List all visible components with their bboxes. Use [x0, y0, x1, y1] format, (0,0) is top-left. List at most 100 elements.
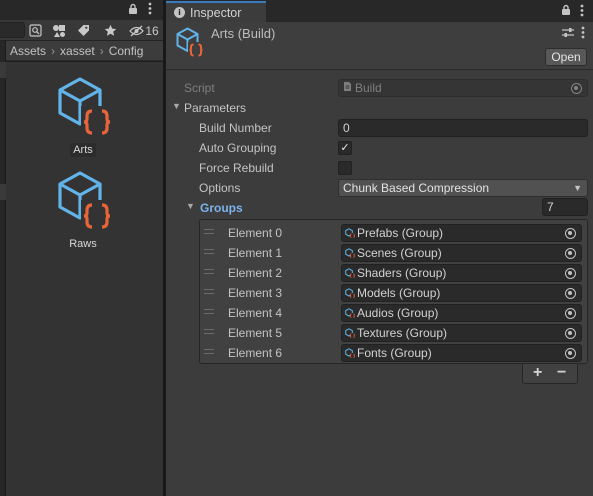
drag-handle-icon[interactable] — [204, 269, 214, 274]
parameters-row[interactable]: ▼ Parameters — [166, 98, 593, 118]
foldout-arrow-icon[interactable]: ▼ — [186, 201, 195, 211]
breadcrumb-item-config[interactable]: Config — [109, 44, 144, 58]
scriptable-object-icon — [345, 268, 355, 278]
groups-row[interactable]: ▼ Groups — [166, 198, 593, 218]
scriptable-object-icon — [345, 228, 355, 238]
element-label: Element 0 — [228, 226, 283, 240]
build-number-label: Build Number — [199, 121, 272, 135]
open-button[interactable]: Open — [545, 48, 587, 66]
breadcrumb-item-assets[interactable]: Assets — [10, 44, 46, 58]
breadcrumb-item-xasset[interactable]: xasset — [60, 44, 95, 58]
script-row: Script Build — [166, 78, 593, 98]
script-field: Build — [338, 79, 588, 97]
remove-element-button[interactable]: − — [557, 364, 566, 382]
element-value: Prefabs (Group) — [357, 226, 444, 240]
options-row: Options Chunk Based Compression ▼ — [166, 178, 593, 198]
options-dropdown[interactable]: Chunk Based Compression ▼ — [338, 179, 588, 197]
asset-item-raws[interactable]: Raws — [38, 170, 128, 251]
drag-handle-icon[interactable] — [204, 289, 214, 294]
list-footer: + − — [522, 364, 578, 384]
scriptable-object-icon — [345, 348, 355, 358]
drag-handle-icon[interactable] — [204, 309, 214, 314]
eye-slash-icon — [129, 25, 145, 36]
element-object-field[interactable]: Models (Group) — [341, 284, 582, 302]
element-value: Shaders (Group) — [357, 266, 447, 280]
hidden-packages-toggle[interactable]: 16 — [127, 21, 161, 40]
info-icon: i — [174, 7, 185, 18]
project-tabbar — [0, 0, 163, 20]
element-object-field[interactable]: Shaders (Group) — [341, 264, 582, 282]
build-asset-icon — [53, 170, 113, 234]
lock-icon[interactable] — [561, 4, 571, 19]
tab-inspector[interactable]: i Inspector — [166, 1, 266, 22]
inspector-panel: i Inspector Arts (Build) Open Script Bui… — [166, 0, 593, 496]
drag-handle-icon[interactable] — [204, 349, 214, 354]
list-item: Element 4 Audios (Group) — [200, 303, 587, 323]
foldout-arrow-icon[interactable]: ▼ — [172, 101, 181, 111]
element-object-field[interactable]: Scenes (Group) — [341, 244, 582, 262]
build-number-row: Build Number 0 — [166, 118, 593, 138]
groups-size-field[interactable]: 7 — [542, 198, 588, 216]
object-picker-icon[interactable] — [565, 308, 576, 319]
page-title: Arts (Build) — [211, 26, 276, 41]
breadcrumb: Assets › xasset › Config — [6, 41, 163, 61]
hidden-count: 16 — [145, 23, 159, 38]
scriptable-object-icon — [345, 328, 355, 338]
drag-handle-icon[interactable] — [204, 249, 214, 254]
add-element-button[interactable]: + — [533, 364, 542, 382]
parameters-label: Parameters — [184, 101, 247, 115]
script-value: Build — [355, 81, 382, 95]
drag-handle-icon[interactable] — [204, 229, 214, 234]
more-menu-icon[interactable] — [580, 4, 584, 20]
presets-icon[interactable] — [562, 27, 574, 41]
search-input[interactable] — [0, 22, 25, 38]
search-by-type-icon[interactable] — [27, 21, 43, 40]
force-rebuild-checkbox[interactable] — [338, 161, 352, 175]
build-asset-icon — [174, 27, 204, 62]
element-object-field[interactable]: Fonts (Group) — [341, 344, 582, 362]
filter-by-type-icon[interactable] — [51, 21, 67, 40]
object-picker-icon[interactable] — [565, 228, 576, 239]
groups-list: Element 0 Prefabs (Group) Element 1 Scen… — [199, 219, 588, 364]
object-picker-icon[interactable] — [565, 348, 576, 359]
lock-icon[interactable] — [128, 3, 138, 18]
element-label: Element 6 — [228, 346, 283, 360]
force-rebuild-row: Force Rebuild — [166, 158, 593, 178]
list-item: Element 3 Models (Group) — [200, 283, 587, 303]
project-toolbar: 16 — [0, 20, 163, 41]
list-item: Element 1 Scenes (Group) — [200, 243, 587, 263]
element-label: Element 4 — [228, 306, 283, 320]
auto-grouping-checkbox[interactable]: ✓ — [338, 141, 352, 155]
build-number-field[interactable]: 0 — [338, 119, 588, 137]
list-item: Element 2 Shaders (Group) — [200, 263, 587, 283]
groups-label: Groups — [200, 201, 243, 215]
project-panel: 16 Assets › xasset › Config Arts Raws — [0, 0, 163, 496]
asset-item-arts[interactable]: Arts — [38, 76, 128, 157]
tab-label: Inspector — [190, 5, 242, 20]
filter-by-label-icon[interactable] — [75, 21, 91, 40]
list-item: Element 5 Textures (Group) — [200, 323, 587, 343]
object-picker-icon[interactable] — [565, 328, 576, 339]
options-label: Options — [199, 181, 241, 195]
object-picker-icon[interactable] — [565, 268, 576, 279]
object-picker-icon[interactable] — [565, 288, 576, 299]
scriptable-object-icon — [345, 288, 355, 298]
inspector-header: Arts (Build) Open — [166, 22, 593, 70]
object-picker-icon[interactable] — [565, 248, 576, 259]
auto-grouping-row: Auto Grouping ✓ — [166, 138, 593, 158]
more-menu-icon[interactable] — [148, 2, 152, 18]
asset-label: Arts — [70, 143, 96, 157]
drag-handle-icon[interactable] — [204, 329, 214, 334]
favorite-star-icon[interactable] — [102, 21, 118, 40]
element-label: Element 2 — [228, 266, 283, 280]
element-label: Element 3 — [228, 286, 283, 300]
element-object-field[interactable]: Textures (Group) — [341, 324, 582, 342]
script-label: Script — [184, 81, 215, 95]
scriptable-object-icon — [345, 308, 355, 318]
options-value: Chunk Based Compression — [343, 181, 490, 195]
list-item: Element 0 Prefabs (Group) — [200, 223, 587, 243]
more-menu-icon[interactable] — [581, 26, 585, 42]
element-object-field[interactable]: Audios (Group) — [341, 304, 582, 322]
element-value: Textures (Group) — [357, 326, 448, 340]
element-object-field[interactable]: Prefabs (Group) — [341, 224, 582, 242]
